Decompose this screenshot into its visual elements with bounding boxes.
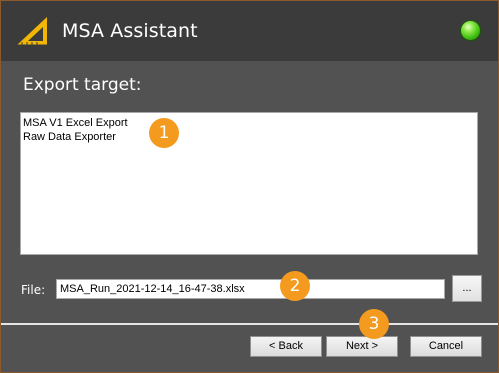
export-target-list[interactable]: MSA V1 Excel Export Raw Data Exporter [20, 112, 478, 255]
step-callout-1: 1 [149, 118, 179, 148]
file-path-input[interactable] [56, 279, 445, 299]
file-label: File: [21, 283, 46, 297]
footer-divider [1, 323, 498, 325]
cancel-button[interactable]: Cancel [410, 336, 482, 357]
list-item[interactable]: Raw Data Exporter [23, 130, 475, 144]
export-target-heading: Export target: [23, 75, 142, 95]
title-bar: MSA Assistant [1, 1, 498, 61]
status-indicator-icon [461, 21, 480, 40]
list-item[interactable]: MSA V1 Excel Export [23, 116, 475, 130]
next-button[interactable]: Next > [326, 336, 398, 357]
app-title: MSA Assistant [62, 20, 198, 42]
step-callout-2: 2 [280, 271, 310, 301]
set-square-ruler-icon [17, 17, 47, 46]
browse-button[interactable]: ... [452, 275, 482, 302]
back-button[interactable]: < Back [250, 336, 322, 357]
step-callout-3: 3 [359, 309, 389, 339]
msa-assistant-window: MSA Assistant Export target: MSA V1 Exce… [0, 0, 499, 373]
